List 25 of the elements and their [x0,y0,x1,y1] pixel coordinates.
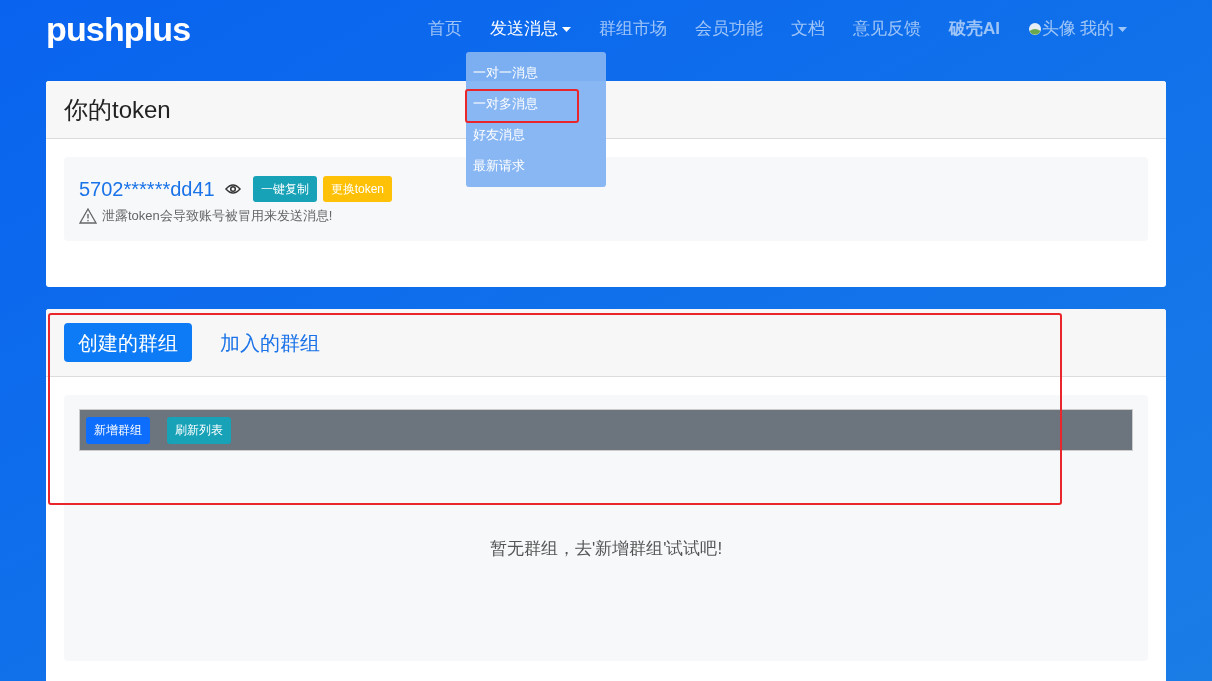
nav-link[interactable]: 破壳AI [949,16,1000,42]
nav-link[interactable]: 首页 [428,16,462,42]
token-button[interactable]: 一键复制 [252,176,317,202]
token-text: 5702******dd41 [79,177,215,202]
brand-logo[interactable]: pushplus [46,12,191,46]
dropdown-item[interactable]: 一对多消息 [466,93,606,124]
toolbar-button[interactable]: 刷新列表 [167,416,231,444]
empty-message: 暂无群组，去'新增群组'试试吧! [488,538,724,560]
user-menu[interactable]: 头像 我的 [1028,16,1127,42]
warning-icon [79,207,97,224]
group-tab[interactable]: 创建的群组 [64,323,192,362]
nav-link[interactable]: 会员功能 [695,16,763,42]
nav-link[interactable]: 发送消息 [490,16,571,42]
caret-icon [562,26,571,32]
nav-link[interactable]: 意见反馈 [853,16,921,42]
group-tab[interactable]: 加入的群组 [206,323,334,362]
broken-image-icon [1028,22,1042,36]
dropdown-item[interactable]: 最新请求 [466,155,606,186]
token-button[interactable]: 更换token [322,176,393,202]
caret-icon [1118,26,1127,32]
toolbar-button[interactable]: 新增群组 [86,416,150,444]
nav-link[interactable]: 文档 [791,16,825,42]
eye-icon[interactable] [224,183,241,195]
nav-link[interactable]: 群组市场 [599,16,667,42]
warning-text: 泄露token会导致账号被冒用来发送消息! [102,207,333,225]
